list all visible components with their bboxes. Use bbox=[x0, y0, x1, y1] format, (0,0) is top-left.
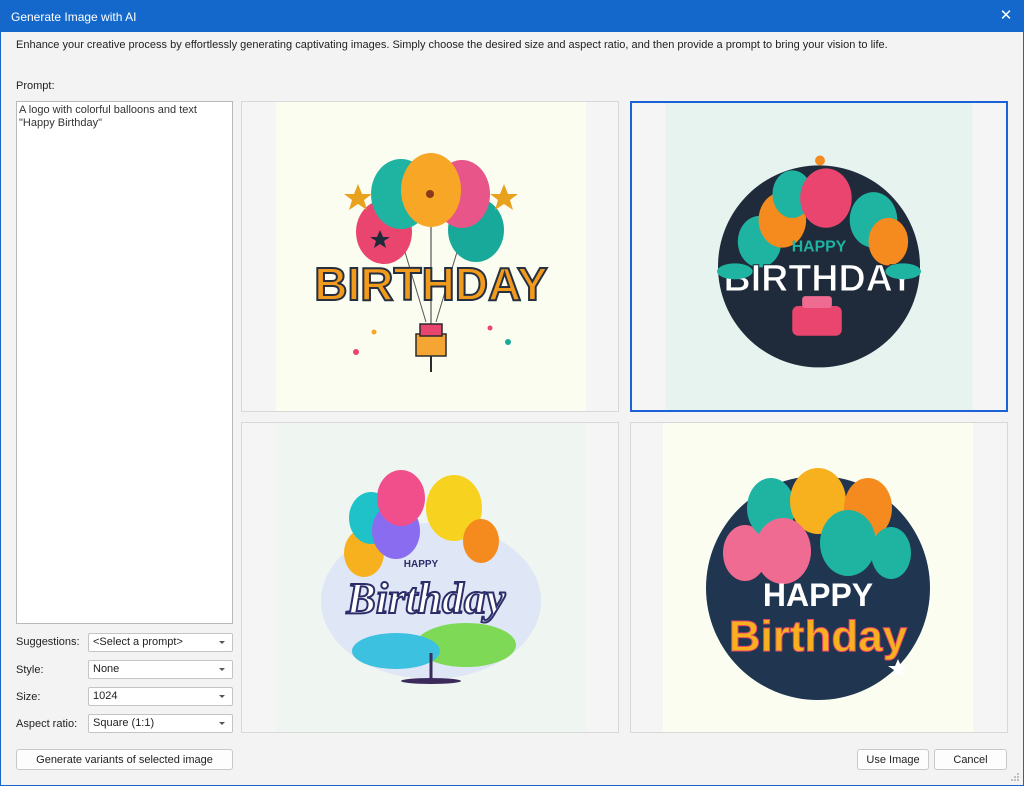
use-image-button[interactable]: Use Image bbox=[857, 749, 929, 770]
chevron-down-icon bbox=[219, 722, 225, 725]
dialog-window: Generate Image with AI ✕ Enhance your cr… bbox=[0, 0, 1024, 786]
size-label: Size: bbox=[16, 691, 41, 703]
suggestions-label: Suggestions: bbox=[16, 636, 80, 648]
image-tile-4[interactable]: HAPPY Birthday bbox=[630, 422, 1008, 733]
chevron-down-icon bbox=[219, 668, 225, 671]
resize-grip-icon[interactable] bbox=[1010, 772, 1020, 782]
image-3-top-caption: HAPPY bbox=[404, 559, 439, 570]
close-icon[interactable]: ✕ bbox=[989, 1, 1023, 29]
birthday-logo-image: BIRTHDAY bbox=[276, 102, 586, 411]
image-1-caption: BIRTHDAY bbox=[314, 258, 547, 310]
birthday-logo-image: HAPPY Birthday bbox=[663, 423, 973, 732]
cancel-button[interactable]: Cancel bbox=[934, 749, 1007, 770]
style-dropdown[interactable]: None bbox=[88, 660, 233, 679]
birthday-logo-image: HAPPY Birthday bbox=[276, 423, 586, 732]
chevron-down-icon bbox=[219, 695, 225, 698]
image-tile-2[interactable]: HAPPY BIRTHDAY bbox=[630, 101, 1008, 412]
dialog-description: Enhance your creative process by effortl… bbox=[16, 39, 888, 51]
size-dropdown[interactable]: 1024 bbox=[88, 687, 233, 706]
prompt-input[interactable]: A logo with colorful balloons and text "… bbox=[16, 101, 233, 624]
size-value: 1024 bbox=[93, 690, 118, 702]
generate-variants-button[interactable]: Generate variants of selected image bbox=[16, 749, 233, 770]
suggestions-dropdown[interactable]: <Select a prompt> bbox=[88, 633, 233, 652]
title-bar: Generate Image with AI ✕ bbox=[1, 1, 1023, 32]
image-4-caption: Birthday bbox=[729, 612, 908, 661]
image-3-caption: Birthday bbox=[346, 574, 506, 623]
style-value: None bbox=[93, 663, 120, 675]
image-2-caption: BIRTHDAY bbox=[724, 257, 915, 299]
image-4-top-caption: HAPPY bbox=[763, 577, 873, 613]
image-tile-1[interactable]: BIRTHDAY bbox=[241, 101, 619, 412]
aspect-ratio-label: Aspect ratio: bbox=[16, 718, 78, 730]
chevron-down-icon bbox=[219, 641, 225, 644]
aspect-ratio-dropdown[interactable]: Square (1:1) bbox=[88, 714, 233, 733]
prompt-label: Prompt: bbox=[16, 80, 55, 92]
window-title: Generate Image with AI bbox=[11, 10, 137, 24]
aspect-ratio-value: Square (1:1) bbox=[93, 717, 155, 729]
style-label: Style: bbox=[16, 664, 44, 676]
image-2-top-caption: HAPPY bbox=[792, 239, 847, 256]
birthday-logo-image: HAPPY BIRTHDAY bbox=[665, 103, 973, 410]
image-tile-3[interactable]: HAPPY Birthday bbox=[241, 422, 619, 733]
suggestions-value: <Select a prompt> bbox=[93, 636, 183, 648]
